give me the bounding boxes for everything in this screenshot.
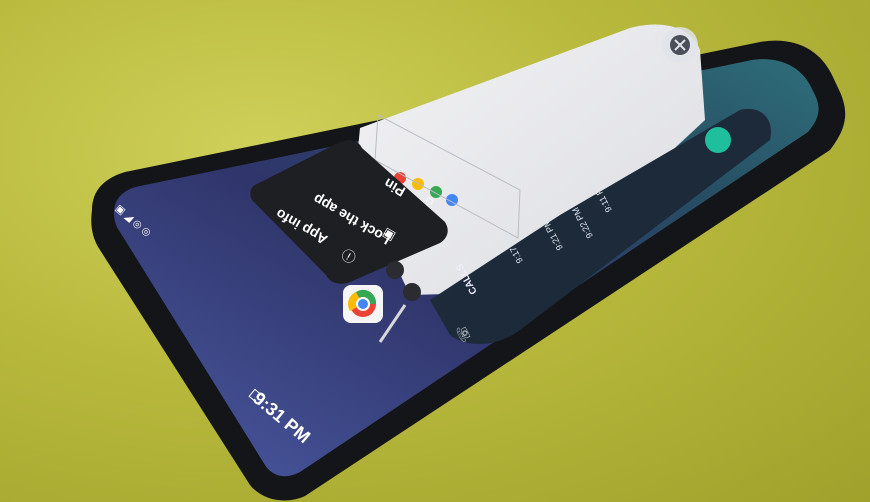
split-screen-button[interactable]: [386, 261, 404, 279]
photo-background: Pin ⌂ Lock the app ▣ App info ⓘ 9:31 PM …: [0, 0, 870, 502]
phone-device: [91, 24, 846, 501]
side-app-fab[interactable]: [705, 127, 731, 153]
floating-window-button[interactable]: [403, 283, 421, 301]
